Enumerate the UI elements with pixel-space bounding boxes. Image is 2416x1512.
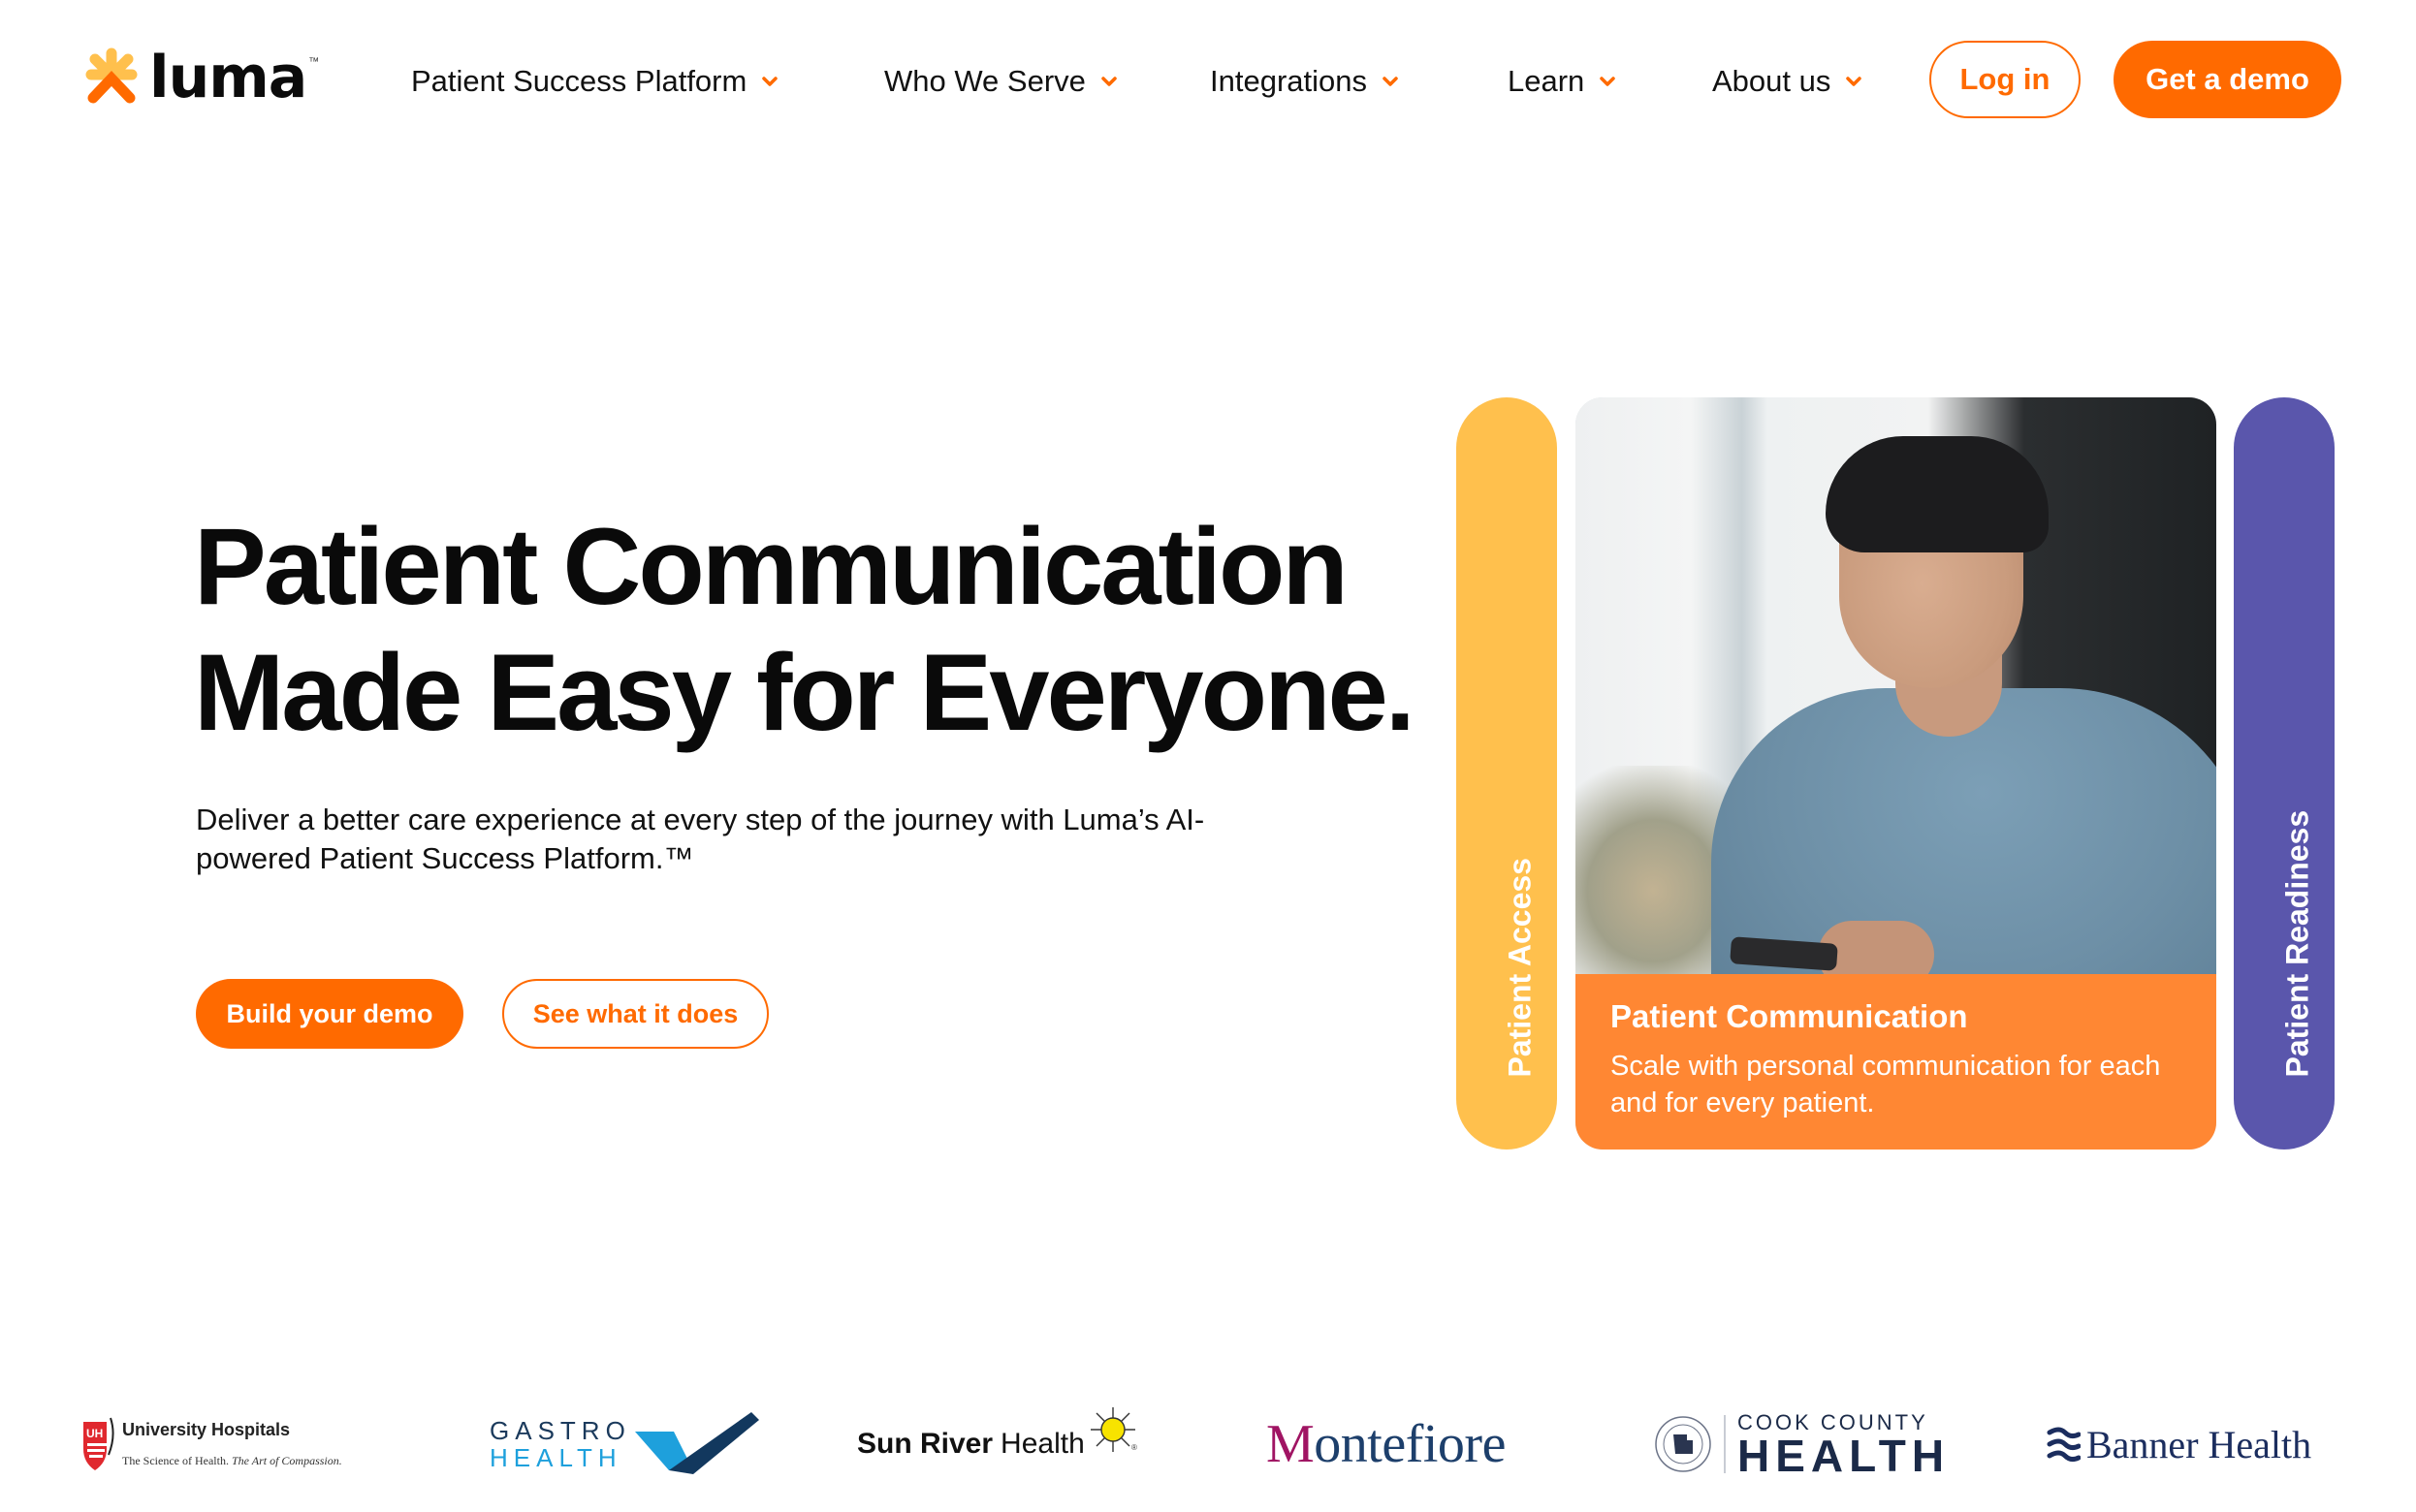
sun-river-bold: Sun River	[857, 1428, 994, 1460]
gastro-line-1: GASTRO	[490, 1416, 631, 1445]
cook-county-health-logo: COOK COUNTY HEALTH	[1654, 1396, 1950, 1493]
nav-label: Integrations	[1210, 64, 1367, 98]
gastro-checkmark-icon	[634, 1412, 759, 1474]
uh-shield-icon: UH	[83, 1417, 114, 1470]
hero-subtitle: Deliver a better care experience at ever…	[196, 803, 1205, 875]
chevron-down-icon	[1600, 77, 1616, 86]
chevron-down-icon	[762, 77, 779, 86]
uh-tagline: The Science of Health. The Art of Compas…	[122, 1454, 342, 1467]
svg-text:UH: UH	[86, 1427, 103, 1440]
patient-communication-card[interactable]: Patient Communication Scale with persona…	[1575, 397, 2216, 1150]
cook-county-line-2: HEALTH	[1737, 1431, 1951, 1481]
card-title: Patient Communication	[1610, 998, 1968, 1034]
logo-trademark: ™	[308, 56, 320, 68]
nav-label: Learn	[1508, 64, 1585, 98]
hero-title: Patient Communication Made Easy for Ever…	[194, 504, 1415, 756]
chevron-down-icon	[1383, 77, 1398, 86]
see-what-it-does-button[interactable]: See what it does	[502, 979, 769, 1049]
patient-access-label: Patient Access	[1502, 858, 1538, 1078]
get-demo-button[interactable]: Get a demo	[2114, 41, 2341, 118]
banner-health-name: Banner Health	[2086, 1422, 2312, 1466]
customer-logos: UH University Hospitals The Science of H…	[0, 1396, 2416, 1493]
nav-learn[interactable]: Learn	[1508, 60, 1616, 103]
montefiore-rest: ontefiore	[1314, 1414, 1506, 1474]
svg-text:®: ®	[1131, 1443, 1137, 1452]
nav-about-us[interactable]: About us	[1712, 60, 1862, 103]
chevron-down-icon	[1846, 77, 1862, 86]
banner-flag-icon	[2047, 1427, 2081, 1463]
patient-readiness-tab[interactable]: Patient Readiness	[2234, 397, 2335, 1150]
uh-name: University Hospitals	[122, 1420, 291, 1439]
sun-river-light: Health	[1001, 1428, 1085, 1460]
sun-icon: ®	[1090, 1407, 1137, 1452]
banner-health-logo: Banner Health	[2046, 1396, 2311, 1493]
logo-wordmark: luma	[149, 44, 307, 111]
cook-county-seal-icon	[1655, 1416, 1711, 1472]
patient-access-tab[interactable]: Patient Access	[1456, 397, 1557, 1150]
nav-label: Who We Serve	[884, 64, 1086, 98]
sun-river-health-logo: Sun River Health ®	[857, 1396, 1137, 1493]
nav-integrations[interactable]: Integrations	[1210, 60, 1398, 103]
luma-logo[interactable]: luma ™	[81, 47, 319, 109]
hero-title-line-1: Patient Communication	[194, 504, 1415, 630]
card-description: Scale with personal communication for ea…	[1610, 1051, 2161, 1118]
hero-title-highlight: Communication	[556, 504, 1349, 630]
nav-label: About us	[1712, 64, 1831, 98]
nav-who-we-serve[interactable]: Who We Serve	[884, 60, 1117, 103]
chevron-down-icon	[1101, 77, 1117, 86]
luma-asterisk-icon	[85, 47, 138, 104]
university-hospitals-logo: UH University Hospitals The Science of H…	[81, 1396, 342, 1493]
nav-patient-success-platform[interactable]: Patient Success Platform	[411, 60, 779, 103]
man-looking-at-phone-photo	[1575, 397, 2216, 974]
login-button[interactable]: Log in	[1929, 41, 2081, 118]
hero-title-part1: Patient	[194, 506, 563, 627]
gastro-line-2: HEALTH	[490, 1443, 622, 1472]
build-demo-button[interactable]: Build your demo	[196, 979, 463, 1049]
montefiore-logo: Montefiore	[1266, 1396, 1506, 1493]
patient-readiness-label: Patient Readiness	[2279, 809, 2315, 1078]
hero-title-line-2: Made Easy for Everyone.	[194, 632, 1415, 753]
montefiore-initial: M	[1266, 1414, 1315, 1474]
nav-label: Patient Success Platform	[411, 64, 747, 98]
patient-communication-panel: Patient Communication Scale with persona…	[1575, 974, 2216, 1150]
gastro-health-logo: GASTRO HEALTH	[490, 1396, 761, 1493]
